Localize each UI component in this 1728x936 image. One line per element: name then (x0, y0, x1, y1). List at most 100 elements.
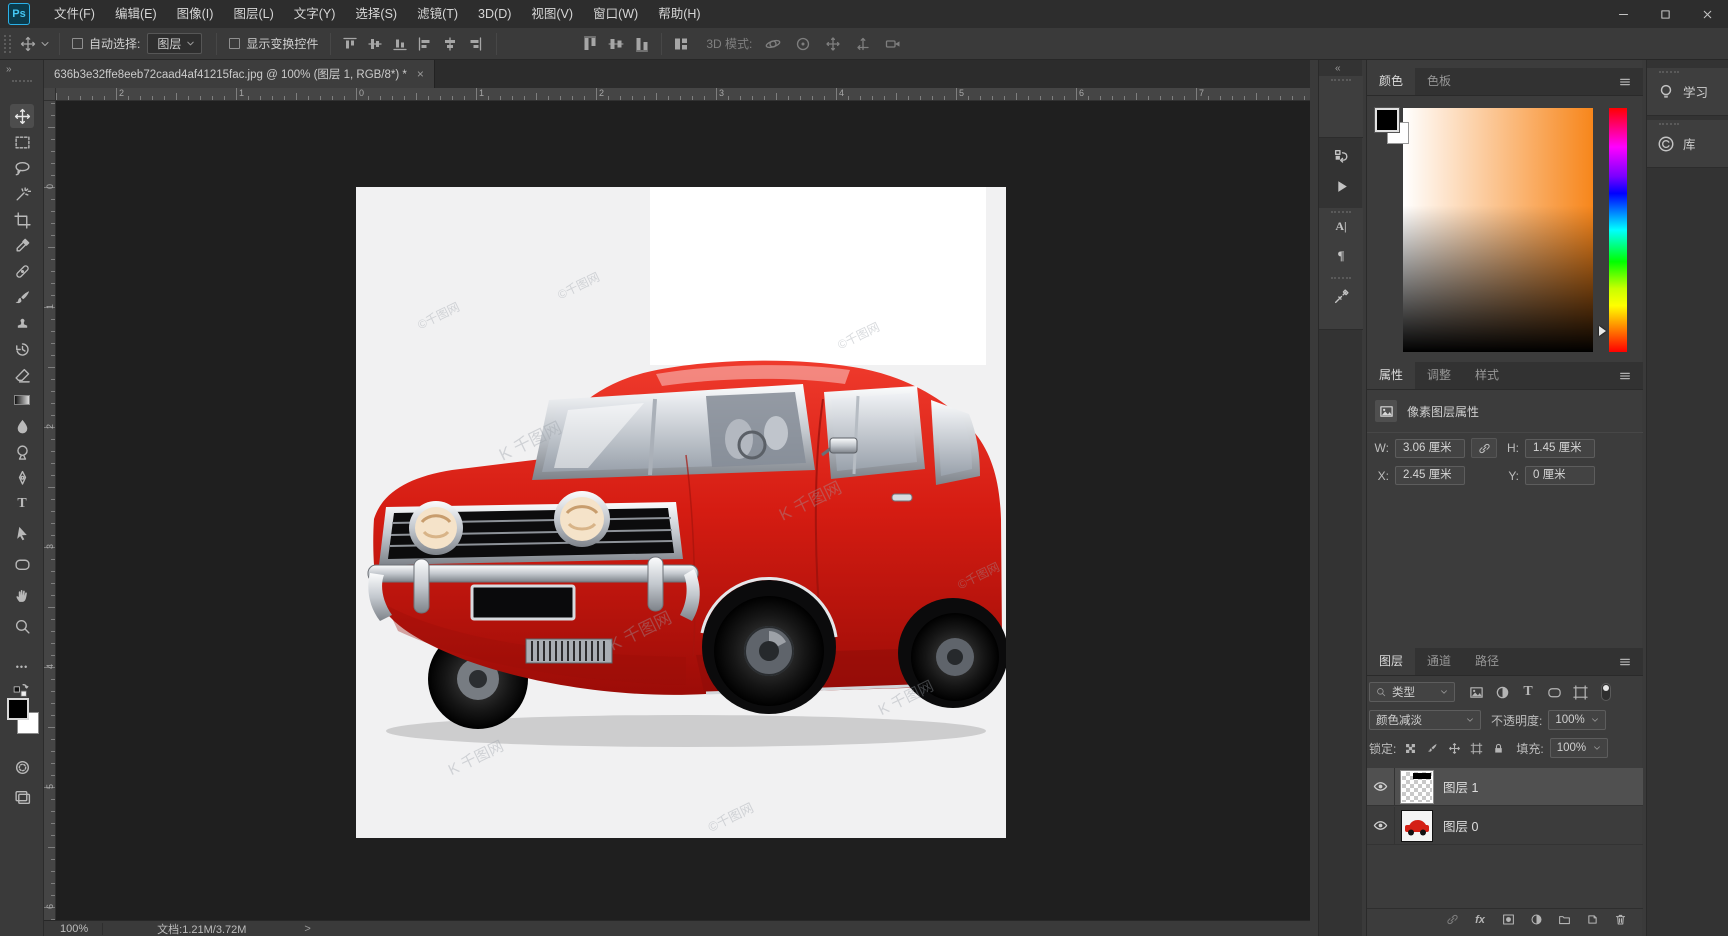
marquee-tool[interactable] (10, 130, 34, 154)
menu-item-图层(L)[interactable]: 图层(L) (223, 0, 283, 28)
filter-type-icon[interactable]: T (1517, 682, 1539, 702)
properties-panel-menu-icon[interactable] (1618, 369, 1634, 385)
minimize-button[interactable] (1602, 0, 1644, 28)
layers-panel-menu-icon[interactable] (1618, 655, 1634, 671)
delete-layer-icon[interactable] (1611, 911, 1629, 929)
lock-all-icon[interactable] (1488, 739, 1508, 757)
tool-preset-chevron-icon[interactable] (39, 33, 51, 55)
paragraph-panel-icon[interactable]: ¶ (1330, 245, 1352, 267)
filter-smart-object-icon[interactable] (1569, 682, 1591, 702)
group-layer-icon[interactable] (1555, 911, 1573, 929)
3d-roll-icon[interactable] (792, 33, 814, 55)
3d-pan-icon[interactable] (822, 33, 844, 55)
menu-item-文件(F)[interactable]: 文件(F) (44, 0, 105, 28)
document-tab[interactable]: 636b3e32ffe8eeb72caad4af41215fac.jpg @ 1… (44, 60, 435, 88)
tab-close-icon[interactable]: × (417, 67, 424, 81)
properties-tab-样式[interactable]: 样式 (1463, 361, 1511, 389)
layers-tab-图层[interactable]: 图层 (1367, 647, 1415, 675)
hand-tool[interactable] (10, 583, 34, 607)
color-tab-色板[interactable]: 色板 (1415, 67, 1463, 95)
color-gradient-field[interactable] (1403, 108, 1593, 352)
tool-presets-panel-icon[interactable] (1330, 285, 1352, 307)
menu-item-编辑(E)[interactable]: 编辑(E) (105, 0, 167, 28)
color-foreground-swatch[interactable] (1375, 108, 1399, 132)
move-tool[interactable] (10, 104, 34, 128)
fill-dropdown[interactable]: 100% (1550, 738, 1608, 758)
vertical-ruler[interactable]: 0123456 (44, 101, 56, 920)
lock-paint-icon[interactable] (1422, 739, 1442, 757)
properties-tab-调整[interactable]: 调整 (1415, 361, 1463, 389)
menu-item-文字(Y)[interactable]: 文字(Y) (284, 0, 346, 28)
crop-tool[interactable] (10, 208, 34, 232)
distribute-top-icon[interactable] (579, 33, 601, 55)
status-chevron[interactable]: > (260, 923, 310, 935)
hue-slider-marker[interactable] (1599, 326, 1606, 336)
layer-visibility-toggle[interactable] (1367, 768, 1395, 806)
filter-toggle[interactable] (1601, 683, 1611, 701)
align-right-icon[interactable] (464, 33, 486, 55)
layer-thumbnail[interactable] (1401, 771, 1433, 803)
history-brush-tool[interactable] (10, 337, 34, 361)
filter-shape-icon[interactable] (1543, 682, 1565, 702)
menu-item-帮助(H)[interactable]: 帮助(H) (648, 0, 710, 28)
filter-adjustment-icon[interactable] (1491, 682, 1513, 702)
layer-row-图层 0[interactable]: 图层 0 (1367, 807, 1643, 845)
3d-camera-icon[interactable] (882, 33, 904, 55)
layers-tab-通道[interactable]: 通道 (1415, 647, 1463, 675)
maximize-button[interactable] (1644, 0, 1686, 28)
character-panel-icon[interactable]: A| (1330, 215, 1352, 237)
width-field[interactable]: 3.06 厘米 (1395, 439, 1465, 458)
mask-layer-icon[interactable] (1499, 911, 1517, 929)
opacity-dropdown[interactable]: 100% (1548, 710, 1606, 730)
menu-item-滤镜(T)[interactable]: 滤镜(T) (407, 0, 468, 28)
horizontal-ruler[interactable]: 2101234567 (44, 88, 1310, 101)
menu-item-选择(S)[interactable]: 选择(S) (345, 0, 407, 28)
lock-artboard-icon[interactable] (1466, 739, 1486, 757)
close-button[interactable] (1686, 0, 1728, 28)
link-dimensions-icon[interactable] (1471, 438, 1497, 458)
layer-name[interactable]: 图层 1 (1443, 777, 1478, 796)
dodge-tool[interactable] (10, 440, 34, 464)
hue-slider[interactable] (1609, 108, 1627, 352)
pen-tool[interactable] (10, 466, 34, 490)
adjustment-layer-icon[interactable] (1527, 911, 1545, 929)
layer-name[interactable]: 图层 0 (1443, 816, 1478, 835)
dock-学习[interactable]: 学习 (1647, 68, 1728, 116)
layer-row-图层 1[interactable]: 图层 1 (1367, 768, 1643, 806)
history-panel-icon[interactable] (1330, 145, 1352, 167)
dock-collapse-icon[interactable]: « (1335, 63, 1340, 74)
layers-filter-dropdown[interactable]: 类型 (1369, 682, 1455, 702)
menu-item-窗口(W)[interactable]: 窗口(W) (583, 0, 648, 28)
spot-heal-tool[interactable] (10, 259, 34, 283)
color-panel-menu-icon[interactable] (1618, 75, 1634, 91)
type-tool[interactable]: T (10, 492, 34, 516)
quick-select-tool[interactable] (10, 182, 34, 206)
auto-align-icon[interactable] (670, 33, 692, 55)
height-field[interactable]: 1.45 厘米 (1525, 439, 1595, 458)
blur-tool[interactable] (10, 414, 34, 438)
filter-image-icon[interactable] (1465, 682, 1487, 702)
eraser-tool[interactable] (10, 363, 34, 387)
layers-tab-路径[interactable]: 路径 (1463, 647, 1511, 675)
clone-stamp-tool[interactable] (10, 311, 34, 335)
align-top-icon[interactable] (339, 33, 361, 55)
dock-库[interactable]: 库 (1647, 120, 1728, 168)
x-field[interactable]: 2.45 厘米 (1395, 466, 1465, 485)
zoom-level[interactable]: 100% (44, 923, 103, 935)
toolbar-collapse-icon[interactable]: » (6, 64, 11, 75)
menu-item-3D(D)[interactable]: 3D(D) (468, 0, 521, 28)
distribute-bottom-icon[interactable] (631, 33, 653, 55)
align-center-icon[interactable] (439, 33, 461, 55)
screen-mode-icon[interactable] (10, 785, 34, 809)
shape-tool[interactable] (10, 552, 34, 576)
link-layer-icon[interactable] (1443, 911, 1461, 929)
align-middle-icon[interactable] (364, 33, 386, 55)
color-tab-颜色[interactable]: 颜色 (1367, 67, 1415, 95)
align-left-icon[interactable] (414, 33, 436, 55)
y-field[interactable]: 0 厘米 (1525, 466, 1595, 485)
layer-visibility-toggle[interactable] (1367, 807, 1395, 845)
path-select-tool[interactable] (10, 521, 34, 545)
lock-move-icon[interactable] (1444, 739, 1464, 757)
blend-mode-dropdown[interactable]: 颜色减淡 (1369, 710, 1481, 730)
menu-item-视图(V)[interactable]: 视图(V) (521, 0, 583, 28)
